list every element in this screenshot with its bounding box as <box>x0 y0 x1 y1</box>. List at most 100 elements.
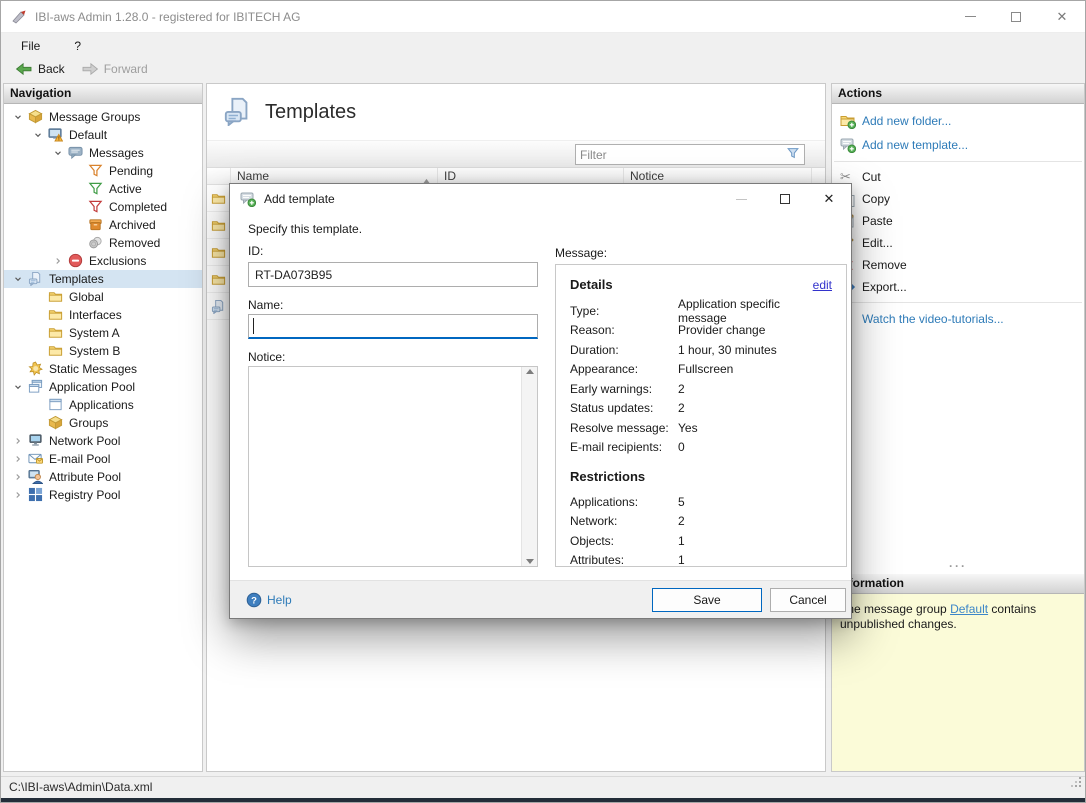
dialog-maximize-button[interactable] <box>763 184 807 214</box>
table-row[interactable] <box>207 239 230 266</box>
nav-item-removed[interactable]: Removed <box>4 234 202 252</box>
nav-item-system-a[interactable]: System A <box>4 324 202 342</box>
maximize-button[interactable] <box>993 1 1039 32</box>
network-icon <box>28 433 44 449</box>
chevron-right-icon[interactable] <box>50 254 66 268</box>
panel-splitter[interactable]: ··· <box>832 560 1084 574</box>
notice-label: Notice: <box>248 350 286 364</box>
chevron-down-icon[interactable] <box>10 272 26 286</box>
table-row[interactable] <box>207 212 230 239</box>
help-link[interactable]: ? Help <box>246 592 292 608</box>
actions-header: Actions <box>832 84 1084 104</box>
nav-item-network-pool[interactable]: Network Pool <box>4 432 202 450</box>
notice-textarea[interactable] <box>248 366 538 567</box>
chevron-right-icon[interactable] <box>10 434 26 448</box>
action-remove[interactable]: Remove <box>832 254 1084 276</box>
edit-link[interactable]: edit <box>813 278 832 292</box>
nav-item-completed[interactable]: Completed <box>4 198 202 216</box>
nav-item-system-b[interactable]: System B <box>4 342 202 360</box>
detail-row-early-warnings: Early warnings: 2 <box>570 379 832 399</box>
default-group-link[interactable]: Default <box>950 602 988 616</box>
chevron-down-icon[interactable] <box>30 128 46 142</box>
save-button[interactable]: Save <box>652 587 762 612</box>
detail-value: Application specific message <box>678 296 781 325</box>
filter-bar <box>207 140 825 168</box>
close-button[interactable]: ✕ <box>1039 1 1085 32</box>
action-label: Copy <box>862 192 891 206</box>
action-export[interactable]: Export... <box>832 276 1084 298</box>
navigation-tree: Message Groups Default Messages Pending Acti… <box>4 104 202 504</box>
chevron-right-icon[interactable] <box>10 470 26 484</box>
id-field[interactable] <box>248 262 538 287</box>
tree-item-label: E-mail Pool <box>49 452 111 466</box>
nav-item-e-mail-pool[interactable]: E-mail Pool <box>4 450 202 468</box>
back-button[interactable]: Back <box>9 59 71 79</box>
table-row[interactable] <box>207 185 230 212</box>
table-row[interactable] <box>207 266 230 293</box>
menu-file[interactable]: File <box>17 37 44 55</box>
forward-button[interactable]: Forward <box>75 59 154 79</box>
resize-grip-icon[interactable] <box>1071 774 1082 795</box>
menubar: File ? <box>1 33 1085 58</box>
nav-item-application-pool[interactable]: Application Pool <box>4 378 202 396</box>
detail-label: E-mail recipients: <box>570 440 663 455</box>
nav-item-archived[interactable]: Archived <box>4 216 202 234</box>
scroll-down-icon[interactable] <box>525 559 534 564</box>
table-header-id[interactable]: ID <box>438 168 624 184</box>
statusbar-path: C:\IBI-aws\Admin\Data.xml <box>9 780 153 794</box>
table-row[interactable] <box>207 293 230 320</box>
chevron-down-icon[interactable] <box>10 110 26 124</box>
nav-item-static-messages[interactable]: Static Messages <box>4 360 202 378</box>
nav-item-attribute-pool[interactable]: Attribute Pool <box>4 468 202 486</box>
action-paste[interactable]: Paste <box>832 210 1084 232</box>
tree-item-label: Groups <box>69 416 109 430</box>
nav-item-groups[interactable]: Groups <box>4 414 202 432</box>
action-edit[interactable]: Edit... <box>832 232 1084 254</box>
nav-item-default[interactable]: Default <box>4 126 202 144</box>
table-header-name[interactable]: Name <box>231 168 438 184</box>
chevron-right-icon[interactable] <box>10 452 26 466</box>
chevron-right-icon[interactable] <box>10 488 26 502</box>
dialog-close-button[interactable]: ✕ <box>807 184 851 214</box>
chevron-down-icon[interactable] <box>50 146 66 160</box>
tree-item-label: Messages <box>89 146 144 160</box>
scroll-up-icon[interactable] <box>525 369 534 374</box>
nav-item-message-groups[interactable]: Message Groups <box>4 108 202 126</box>
action-add-new-template[interactable]: Add new template... <box>832 133 1084 157</box>
table-header-filler <box>812 168 825 184</box>
tree-item-label: Templates <box>49 272 104 286</box>
detail-value: 1 <box>678 553 685 568</box>
action-copy[interactable]: Copy <box>832 188 1084 210</box>
filter-input[interactable] <box>576 147 786 162</box>
video-tutorials-link[interactable]: Watch the video-tutorials... <box>832 307 1084 331</box>
action-add-new-folder[interactable]: Add new folder... <box>832 109 1084 133</box>
nav-item-global[interactable]: Global <box>4 288 202 306</box>
detail-label: Objects: <box>570 533 615 548</box>
cancel-button[interactable]: Cancel <box>770 587 846 612</box>
menu-help[interactable]: ? <box>70 37 85 55</box>
nav-item-exclusions[interactable]: Exclusions <box>4 252 202 270</box>
detail-label: Reason: <box>570 323 615 338</box>
tree-item-label: Archived <box>109 218 156 232</box>
filter-funnel-icon[interactable] <box>786 146 804 163</box>
nav-item-interfaces[interactable]: Interfaces <box>4 306 202 324</box>
action-cut[interactable]: ✂ Cut <box>832 166 1084 188</box>
nav-item-registry-pool[interactable]: Registry Pool <box>4 486 202 504</box>
minimize-button[interactable] <box>947 1 993 32</box>
nav-item-applications[interactable]: Applications <box>4 396 202 414</box>
nav-item-templates[interactable]: Templates <box>4 270 202 288</box>
name-field[interactable] <box>248 314 538 339</box>
back-arrow-icon <box>15 62 33 76</box>
nav-item-messages[interactable]: Messages <box>4 144 202 162</box>
chevron-down-icon[interactable] <box>10 380 26 394</box>
table-header-notice[interactable]: Notice <box>624 168 812 184</box>
notice-scrollbar[interactable] <box>521 367 537 566</box>
nav-item-active[interactable]: Active <box>4 180 202 198</box>
nav-item-pending[interactable]: Pending <box>4 162 202 180</box>
tree-item-label: Active <box>109 182 142 196</box>
